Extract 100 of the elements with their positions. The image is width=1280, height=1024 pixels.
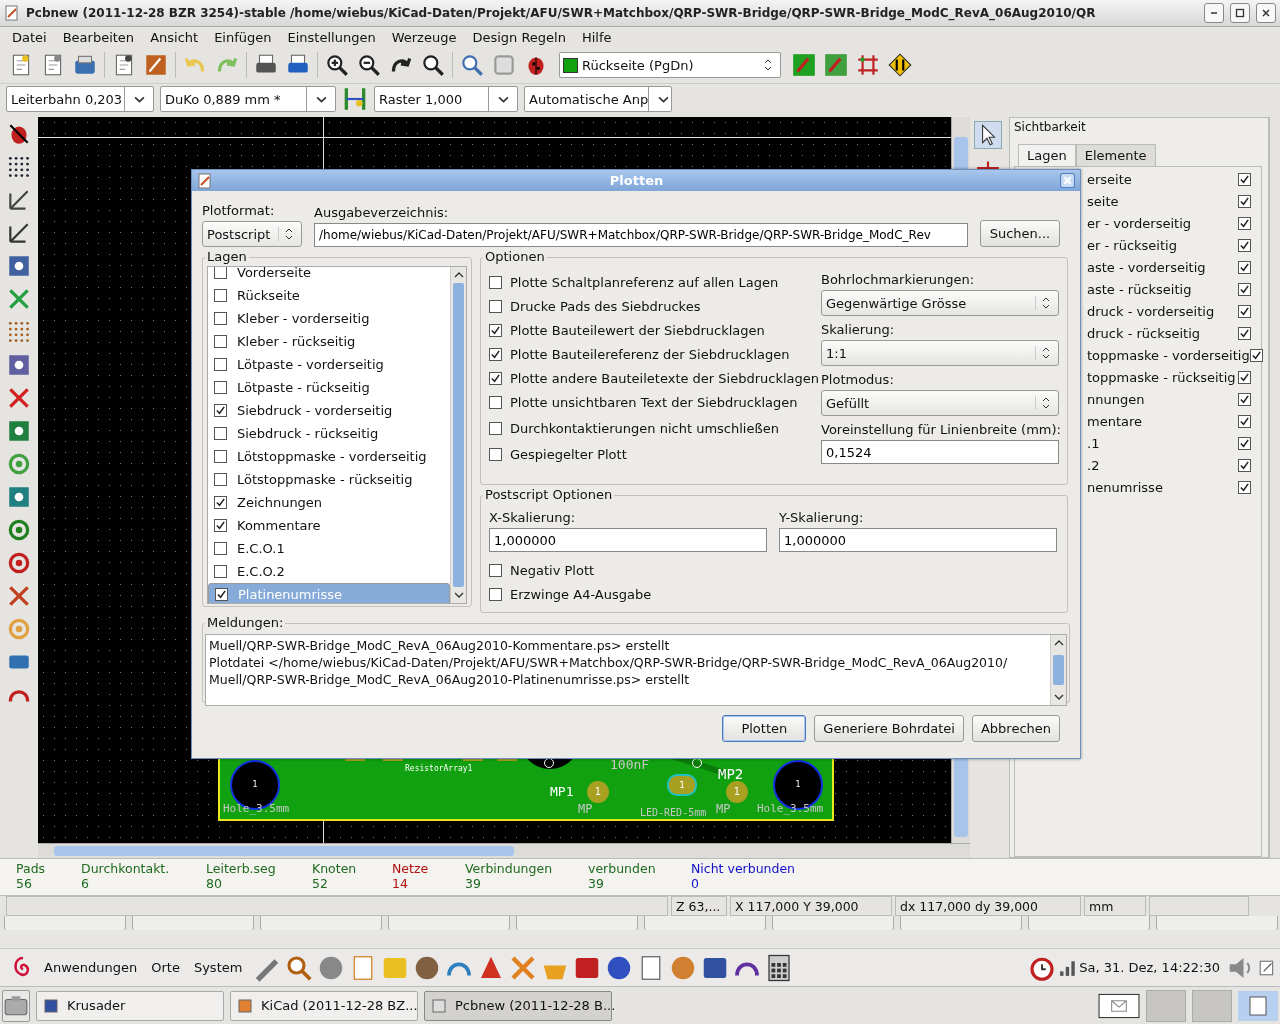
menu-item[interactable]: Design Regeln <box>464 29 574 45</box>
panel-menu[interactable]: Anwendungen <box>40 960 142 976</box>
checkbox[interactable] <box>489 371 502 385</box>
plot-format-select[interactable]: Postscript <box>202 221 302 247</box>
workspace-switcher[interactable] <box>1192 989 1232 1022</box>
vertical-scrollbar[interactable] <box>1050 635 1066 705</box>
menu-item[interactable]: Einstellungen <box>279 29 384 45</box>
layer-list-item[interactable]: E.C.O.1 <box>208 537 450 560</box>
checkbox[interactable] <box>214 381 227 394</box>
zoom-select[interactable]: Automatische Anp <box>524 86 672 113</box>
checkbox[interactable] <box>1238 173 1251 187</box>
checkbox[interactable] <box>489 323 502 337</box>
workspace-note-icon[interactable] <box>1238 990 1278 1021</box>
checkbox[interactable] <box>1238 327 1251 341</box>
checkbox[interactable] <box>214 267 227 279</box>
note-icon[interactable] <box>1258 958 1276 977</box>
checkbox[interactable] <box>214 404 227 417</box>
checkbox[interactable] <box>214 358 227 371</box>
checkbox[interactable] <box>489 275 502 289</box>
dialog-button[interactable]: Generiere Bohrdatei <box>814 715 964 742</box>
checkbox[interactable] <box>1249 349 1263 363</box>
panel-menu[interactable]: Orte <box>147 960 184 976</box>
dialog-button[interactable]: Abbrechen <box>971 715 1060 742</box>
layer-list-item[interactable]: Vorderseite <box>208 267 450 284</box>
close-icon[interactable] <box>1060 173 1075 188</box>
checkbox[interactable] <box>214 565 227 578</box>
menu-item[interactable]: Datei <box>4 29 55 45</box>
layer-select[interactable]: Rückseite (PgDn) <box>559 52 781 79</box>
checkbox[interactable] <box>1238 283 1251 297</box>
checkbox[interactable] <box>214 427 227 440</box>
checkbox[interactable] <box>1238 261 1251 275</box>
dropdown[interactable]: Gegenwärtige Grösse <box>821 290 1059 316</box>
layer-list-item[interactable]: Lötpaste - rückseitig <box>208 376 450 399</box>
browse-button[interactable]: Suchen... <box>980 220 1060 247</box>
tab[interactable]: Lagen <box>1018 143 1076 166</box>
clock[interactable]: Sa, 31. Dez, 14:22:30 <box>1079 960 1220 976</box>
zoom-in-icon[interactable] <box>324 52 350 79</box>
layer-list-item[interactable]: Lötstoppmaske - vorderseitig <box>208 445 450 468</box>
layer-list-item[interactable]: Zeichnungen <box>208 491 450 514</box>
warning-diamond-icon[interactable] <box>887 52 913 79</box>
checkbox[interactable] <box>214 289 227 302</box>
signal-bars-icon[interactable] <box>1059 958 1078 977</box>
layer-list-item[interactable]: Lötpaste - vorderseitig <box>208 353 450 376</box>
close-button[interactable] <box>1256 3 1276 23</box>
workspace-switcher[interactable] <box>1146 989 1186 1022</box>
checkbox[interactable] <box>214 312 227 325</box>
layer-list-item[interactable]: Kleber - vorderseitig <box>208 307 450 330</box>
horizontal-scrollbar[interactable] <box>38 843 970 859</box>
checkbox[interactable] <box>1238 437 1251 451</box>
checkbox[interactable] <box>1238 459 1251 473</box>
checkbox[interactable] <box>489 347 502 361</box>
checkbox[interactable] <box>1238 371 1251 385</box>
checkbox[interactable] <box>214 496 227 509</box>
layer-list-item[interactable]: Kleber - rückseitig <box>208 330 450 353</box>
layer-list-item[interactable]: Siebdruck - rückseitig <box>208 422 450 445</box>
minimize-button[interactable] <box>1204 3 1224 23</box>
checkbox[interactable] <box>214 542 227 555</box>
layer-list-item[interactable]: Lötstoppmaske - rückseitig <box>208 468 450 491</box>
checkbox[interactable] <box>214 335 227 348</box>
taskbar-button[interactable]: Krusader <box>36 990 224 1021</box>
checkbox[interactable] <box>214 450 227 463</box>
menu-item[interactable]: Ansicht <box>142 29 207 45</box>
checkbox[interactable] <box>489 421 502 435</box>
arrow-cursor-icon[interactable] <box>973 120 1002 149</box>
checkbox[interactable] <box>489 587 502 601</box>
dropdown[interactable]: Gefüllt <box>821 390 1059 416</box>
layer-list-item[interactable]: Siebdruck - vorderseitig <box>208 399 450 422</box>
menu-item[interactable]: Hilfe <box>573 29 620 45</box>
taskbar-button[interactable]: KiCad (2011-12-28 BZ... <box>230 990 418 1021</box>
checkbox[interactable] <box>489 563 502 577</box>
find-icon[interactable] <box>459 52 485 79</box>
taskbar-button[interactable]: Pcbnew (2011-12-28 B... <box>424 990 612 1021</box>
checkbox[interactable] <box>215 588 228 601</box>
checkbox[interactable] <box>1238 415 1251 429</box>
zoom-out-icon[interactable] <box>356 52 382 79</box>
track-width-select[interactable]: Leiterbahn 0,203 <box>6 86 154 113</box>
line-width-field[interactable]: 0,1524 <box>821 440 1059 464</box>
menu-item[interactable]: Werzeuge <box>383 29 465 45</box>
dropdown[interactable]: 1:1 <box>821 340 1059 366</box>
output-directory-field[interactable]: /home/wiebus/KiCad-Daten/Projekt/AFU/SWR+Matchbox/QRP-SWR-Bridge/QRP-SWR-Bridge_ModC_Rev <box>314 223 968 247</box>
envelope-icon[interactable] <box>1098 991 1140 1020</box>
menu-item[interactable]: Einfügen <box>206 29 280 45</box>
checkbox[interactable] <box>489 395 502 409</box>
tab[interactable]: Elemente <box>1075 143 1156 166</box>
checkbox[interactable] <box>1238 305 1251 319</box>
checkbox[interactable] <box>489 447 502 461</box>
grid-select[interactable]: Raster 1,000 <box>374 86 518 113</box>
panel-menu[interactable]: System <box>189 960 247 976</box>
layer-list-item[interactable]: E.C.O.2 <box>208 560 450 583</box>
checkbox[interactable] <box>1238 195 1251 209</box>
dialog-button[interactable]: Plotten <box>722 715 807 742</box>
checkbox[interactable] <box>214 473 227 486</box>
layer-list-item[interactable]: Rückseite <box>208 284 450 307</box>
checkbox[interactable] <box>489 299 502 313</box>
checkbox[interactable] <box>1238 239 1251 253</box>
checkbox[interactable] <box>1238 393 1251 407</box>
show-desktop-icon[interactable] <box>2 989 30 1022</box>
vertical-scrollbar[interactable] <box>450 267 466 603</box>
layer-list-item[interactable]: Kommentare <box>208 514 450 537</box>
scale-field[interactable]: 1,000000 <box>779 528 1057 552</box>
